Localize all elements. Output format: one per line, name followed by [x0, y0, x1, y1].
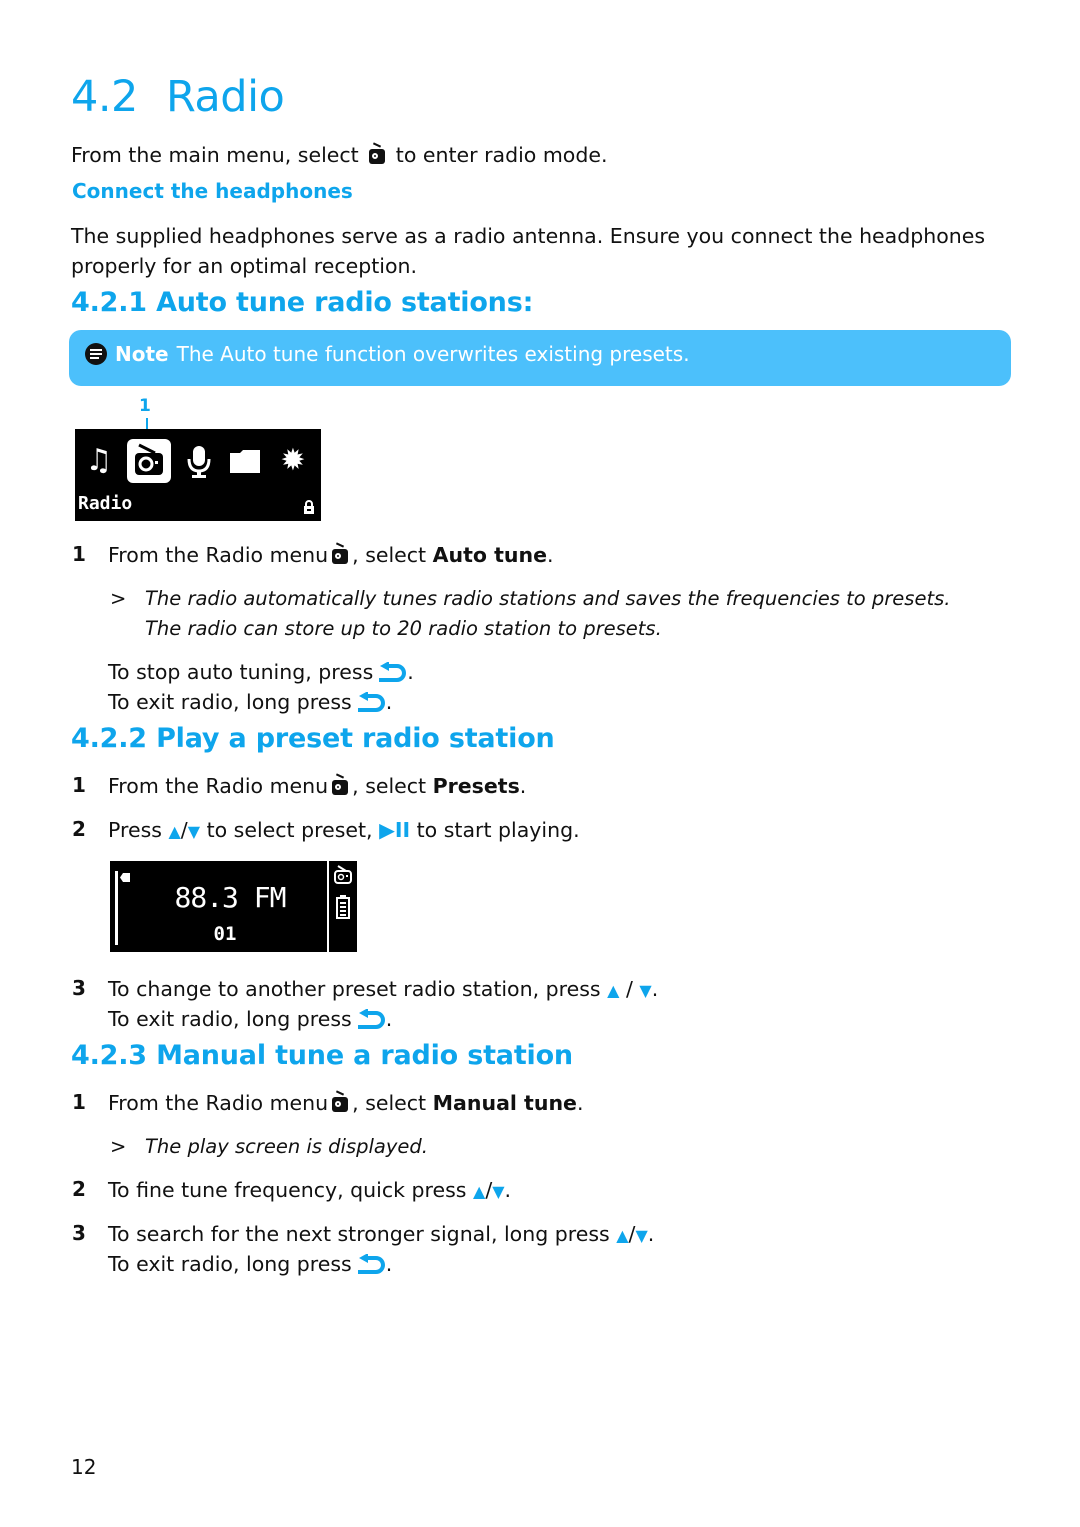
note-label: Note: [115, 342, 169, 366]
connect-line-1: The supplied headphones serve as a radio…: [71, 224, 986, 248]
section-number: 4.2: [71, 72, 138, 122]
play-pause-icon: ▶II: [379, 818, 411, 842]
note-box: Note The Auto tune function overwrites e…: [69, 330, 1011, 386]
note-icon: [85, 343, 107, 365]
frequency-display: 88.3 FM: [174, 881, 286, 914]
back-icon: [356, 692, 386, 712]
exit-radio-text: To exit radio, long press.: [108, 690, 393, 714]
section-heading-presets: 4.2.2 Play a preset radio station: [71, 723, 555, 754]
exit-radio-text: To exit radio, long press.: [108, 1252, 393, 1276]
intro-after: to enter radio mode.: [395, 143, 608, 167]
result-line-2: The radio can store up to 20 radio stati…: [145, 617, 662, 640]
step-number: 3: [72, 1221, 86, 1245]
exit-radio-text: To exit radio, long press.: [108, 1007, 393, 1031]
radio-icon: [131, 443, 167, 479]
section-heading-auto-tune: 4.2.1 Auto tune radio stations:: [71, 287, 534, 318]
step-text: From the Radio menu, select Presets.: [108, 774, 527, 798]
result-text: The play screen is displayed.: [145, 1135, 428, 1158]
page-number: 12: [71, 1455, 97, 1479]
step-text: To change to another preset radio statio…: [108, 977, 659, 1001]
music-icon: ♫: [85, 443, 113, 478]
stop-tuning-text: To stop auto tuning, press.: [108, 660, 414, 684]
back-icon: [356, 1254, 386, 1274]
section-heading-manual-tune: 4.2.3 Manual tune a radio station: [71, 1040, 573, 1071]
connect-heading: Connect the headphones: [72, 179, 353, 203]
back-icon: [356, 1009, 386, 1029]
battery-icon: [336, 895, 350, 923]
result-marker: >: [110, 1135, 127, 1158]
screen-divider: [327, 861, 329, 952]
device-play-screen: 88.3 FM 01: [110, 861, 357, 952]
step-text: From the Radio menu, select Auto tune.: [108, 543, 554, 567]
up-arrow-icon: ▲: [607, 981, 620, 1000]
up-arrow-icon: ▲: [473, 1182, 486, 1201]
microphone-icon: [181, 443, 217, 479]
step-text: From the Radio menu, select Manual tune.: [108, 1091, 584, 1115]
screen-label: Radio: [78, 493, 133, 514]
signal-bar: [115, 871, 118, 945]
up-arrow-icon: ▲: [168, 822, 181, 841]
lock-icon: [303, 499, 315, 514]
step-text: To search for the next stronger signal, …: [108, 1222, 655, 1246]
preset-number: 01: [213, 923, 237, 945]
device-main-menu-screen: ♫ ✹ Radio: [75, 429, 321, 521]
settings-icon: ✹: [280, 443, 306, 478]
result-line-1: The radio automatically tunes radio stat…: [145, 587, 951, 610]
radio-icon: [332, 780, 349, 795]
intro-text: From the main menu, select to enter radi…: [71, 140, 608, 170]
callout-number: 1: [139, 396, 151, 416]
connect-line-2: properly for an optimal reception.: [71, 254, 418, 278]
step-text: Press ▲/▼ to select preset, ▶II to start…: [108, 818, 580, 842]
up-arrow-icon: ▲: [616, 1226, 629, 1245]
down-arrow-icon: ▼: [492, 1182, 505, 1201]
back-icon: [377, 662, 407, 682]
note-text: The Auto tune function overwrites existi…: [176, 342, 690, 366]
step-number: 1: [72, 773, 86, 797]
down-arrow-icon: ▼: [635, 1226, 648, 1245]
preset-flag-icon: [120, 873, 130, 882]
step-number: 1: [72, 542, 86, 566]
step-text: To fine tune frequency, quick press ▲/▼.: [108, 1178, 512, 1202]
intro-before: From the main menu, select: [71, 143, 359, 167]
radio-icon: [332, 549, 349, 564]
section-title: Radio: [166, 72, 285, 122]
folder-icon: [227, 443, 263, 479]
down-arrow-icon: ▼: [187, 822, 201, 841]
page-title: 4.2 Radio: [71, 72, 285, 122]
down-arrow-icon: ▼: [639, 981, 652, 1000]
step-number: 3: [72, 976, 86, 1000]
radio-icon: [333, 865, 353, 889]
radio-icon: [369, 149, 386, 164]
radio-icon: [332, 1097, 349, 1112]
step-number: 1: [72, 1090, 86, 1114]
result-marker: >: [110, 587, 127, 610]
step-number: 2: [72, 817, 86, 841]
step-number: 2: [72, 1177, 86, 1201]
